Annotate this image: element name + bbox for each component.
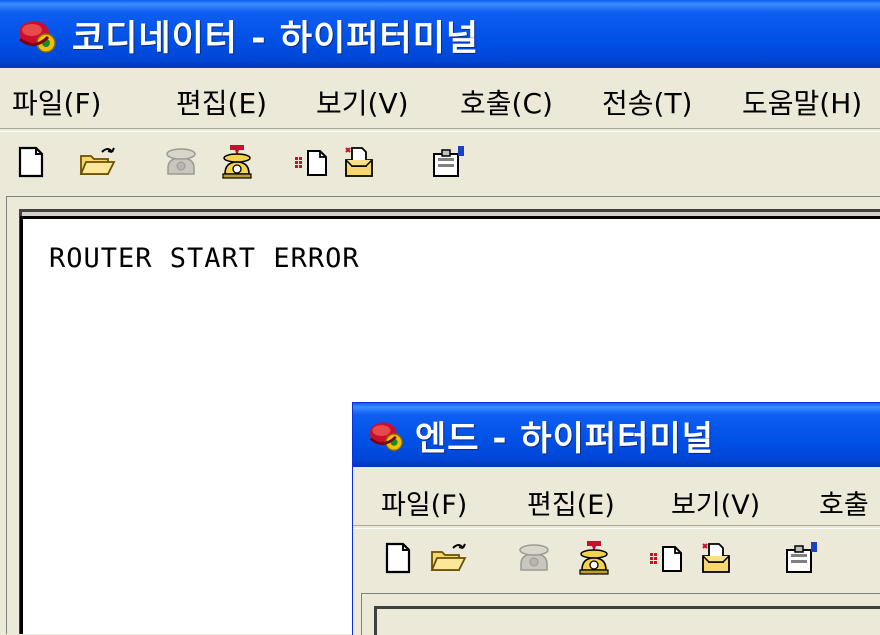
toolbar: [353, 527, 880, 587]
menu-help[interactable]: 도움말(H): [742, 82, 862, 122]
connect-phone-icon[interactable]: [515, 540, 553, 576]
disconnect-phone-icon[interactable]: [575, 540, 613, 576]
menu-edit[interactable]: 편집(E): [176, 82, 267, 122]
properties-icon[interactable]: [783, 540, 821, 576]
menu-bar: 파일(F) 편집(E) 보기(V) 호출: [353, 473, 880, 525]
properties-icon[interactable]: [430, 144, 468, 180]
receive-file-icon[interactable]: [697, 540, 735, 576]
menu-transfer[interactable]: 전송(T): [602, 82, 692, 122]
receive-file-icon[interactable]: [340, 144, 378, 180]
menu-call[interactable]: 호출(C): [460, 82, 553, 122]
menu-view[interactable]: 보기(V): [316, 82, 409, 122]
hyperterminal-app-icon: [369, 422, 403, 451]
menu-file[interactable]: 파일(F): [12, 82, 101, 122]
terminal-output-line: ROUTER START ERROR: [49, 243, 360, 274]
title-bar[interactable]: 코디네이터 - 하이퍼터미널: [0, 0, 880, 68]
terminal-frame-inner: [374, 606, 880, 635]
window-title: 엔드 - 하이퍼터미널: [415, 419, 715, 459]
menu-bar: 파일(F) 편집(E) 보기(V) 호출(C) 전송(T) 도움말(H): [0, 74, 880, 128]
menu-call[interactable]: 호출: [819, 483, 869, 522]
send-file-icon[interactable]: [649, 540, 687, 576]
open-folder-icon[interactable]: [429, 540, 467, 576]
menu-view[interactable]: 보기(V): [671, 483, 760, 522]
toolbar: [0, 130, 880, 192]
connect-phone-icon[interactable]: [162, 144, 200, 180]
hyperterminal-app-icon: [19, 21, 56, 53]
window-title: 코디네이터 - 하이퍼터미널: [72, 19, 480, 59]
new-icon[interactable]: [379, 540, 417, 576]
disconnect-phone-icon[interactable]: [218, 144, 256, 180]
send-file-icon[interactable]: [294, 144, 332, 180]
menu-file[interactable]: 파일(F): [381, 483, 467, 522]
terminal-frame: [361, 593, 880, 635]
open-folder-icon[interactable]: [78, 144, 116, 180]
hyperterminal-window-end: 엔드 - 하이퍼터미널 파일(F) 편집(E) 보기(V) 호출: [352, 402, 880, 635]
menu-edit[interactable]: 편집(E): [527, 483, 615, 522]
new-icon[interactable]: [12, 144, 50, 180]
title-bar[interactable]: 엔드 - 하이퍼터미널: [353, 403, 880, 467]
